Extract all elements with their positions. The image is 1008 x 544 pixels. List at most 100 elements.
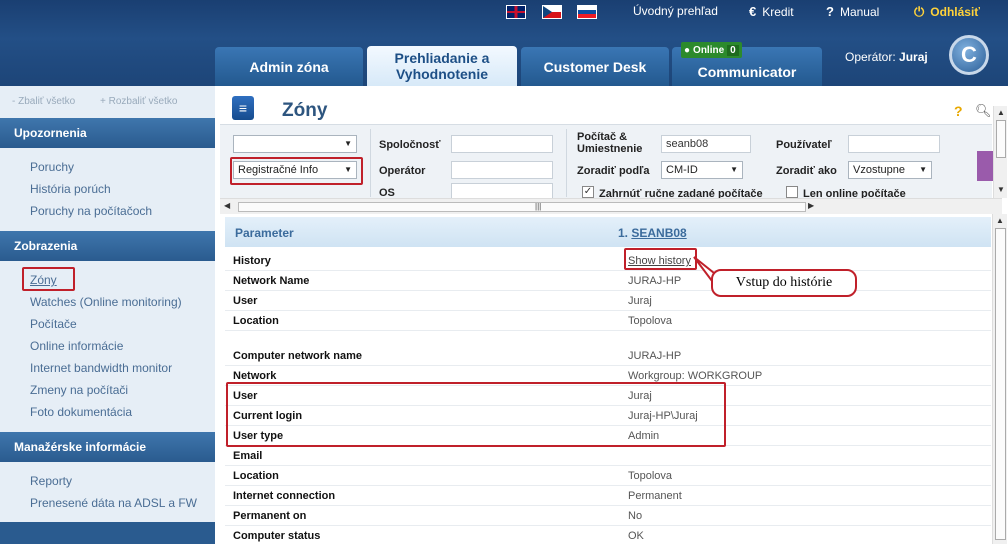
row-key: Internet connection <box>233 490 336 502</box>
manual-label[interactable]: Manual <box>840 5 879 19</box>
scroll-right-icon[interactable]: ▶ <box>808 201 814 210</box>
expand-all-link[interactable]: + Rozbaliť všetko <box>100 96 177 107</box>
online-label: Online <box>693 44 725 56</box>
flag-cz-icon[interactable] <box>542 5 562 19</box>
app-logo-icon[interactable]: C <box>949 35 989 75</box>
company-label: Spoločnosť <box>379 139 441 151</box>
row-key: Email <box>233 450 263 462</box>
table-row: Internet connection Permanent <box>225 486 991 506</box>
operator-name: Juraj <box>899 50 928 64</box>
computer-input[interactable]: seanb08 <box>661 135 751 153</box>
column-computer[interactable]: 1. SEANB08 <box>618 226 687 240</box>
euro-icon: € <box>749 4 757 19</box>
divider <box>566 129 567 197</box>
sidebar-item-photo-docs[interactable]: Foto dokumentácia <box>30 405 132 419</box>
sidebar-item-fault-history[interactable]: História porúch <box>30 182 111 196</box>
main-content: ≡ Zóny ? 🔍︎ ▼ Registračné Info ▼ Spoločno… <box>215 86 1008 544</box>
sort-by-value: CM-ID <box>666 164 698 176</box>
online-badge[interactable]: ● Online 0 <box>681 42 742 58</box>
highlight-zones <box>22 267 75 291</box>
table-scrollbar[interactable]: ▲ <box>992 214 1007 544</box>
filter-select-1[interactable]: ▼ <box>233 135 357 153</box>
sort-by-label: Zoradiť podľa <box>577 165 650 177</box>
credit-label[interactable]: Kredit <box>762 5 793 19</box>
tab-browse-evaluate[interactable]: Prehliadanie a Vyhodnotenie <box>367 46 517 86</box>
user-input[interactable] <box>848 135 940 153</box>
column-parameter: Parameter <box>235 226 294 240</box>
sidebar-item-changes[interactable]: Zmeny na počítači <box>30 383 128 397</box>
section-views[interactable]: Zobrazenia <box>0 231 215 261</box>
computer-location-label: Počítač & Umiestnenie <box>577 131 643 155</box>
scroll-thumb[interactable] <box>996 120 1006 158</box>
operator-info: Operátor: Juraj <box>845 50 928 64</box>
collapse-all-link[interactable]: - Zbaliť všetko <box>12 96 75 107</box>
flag-sk-icon[interactable] <box>577 5 597 19</box>
sort-as-select[interactable]: Vzostupne ▼ <box>848 161 932 179</box>
table-row: History Show history <box>225 251 991 271</box>
sidebar-item-computer-faults[interactable]: Poruchy na počítačoch <box>30 204 152 218</box>
credit-link[interactable]: € Kredit <box>749 4 794 19</box>
scroll-down-icon[interactable]: ▼ <box>997 185 1005 194</box>
row-value: JURAJ-HP <box>628 275 682 287</box>
row-key: Network Name <box>233 275 310 287</box>
highlight-user-block <box>226 382 726 447</box>
section-alerts[interactable]: Upozornenia <box>0 118 215 148</box>
column-index: 1. <box>618 226 629 240</box>
online-only-checkbox[interactable] <box>786 186 798 198</box>
company-input[interactable] <box>451 135 553 153</box>
manual-link[interactable]: ? Manual <box>826 4 879 19</box>
sidebar-item-faults[interactable]: Poruchy <box>30 160 74 174</box>
table-row: Location Topolova <box>225 311 991 331</box>
row-key: Computer status <box>233 530 321 542</box>
sort-by-select[interactable]: CM-ID ▼ <box>661 161 743 179</box>
row-key: Network <box>233 370 277 382</box>
sidebar-item-online-info[interactable]: Online informácie <box>30 339 123 353</box>
tab-customer-desk[interactable]: Customer Desk <box>521 47 669 86</box>
row-value: Topolova <box>628 470 673 482</box>
tab-admin-zone[interactable]: Admin zóna <box>215 47 363 86</box>
table-row <box>225 331 991 346</box>
home-overview-label[interactable]: Úvodný prehľad <box>633 4 718 18</box>
help-icon[interactable]: ? <box>954 103 963 119</box>
collapse-all-label[interactable]: Zbaliť všetko <box>18 96 75 107</box>
history-callout: Vstup do histórie <box>711 269 857 297</box>
chevron-down-icon: ▼ <box>919 165 927 174</box>
row-value: Juraj <box>628 295 652 307</box>
sidebar-item-computers[interactable]: Počítače <box>30 317 77 331</box>
horizontal-scrollbar[interactable]: ◀ ||| ▶ <box>220 198 1002 214</box>
table-header: Parameter 1. SEANB08 <box>225 217 991 247</box>
sidebar-item-bandwidth[interactable]: Internet bandwidth monitor <box>30 361 172 375</box>
table-row: User Juraj <box>225 291 991 311</box>
row-key: Location <box>233 315 279 327</box>
home-overview-link[interactable]: Úvodný prehľad <box>633 4 718 18</box>
chevron-down-icon: ▼ <box>344 139 352 148</box>
row-value: No <box>628 510 643 522</box>
row-key: Computer network name <box>233 350 362 362</box>
expand-all-label[interactable]: Rozbaliť všetko <box>109 96 178 107</box>
scroll-thumb[interactable]: ||| <box>238 202 806 212</box>
computer-name-link[interactable]: SEANB08 <box>631 226 686 240</box>
include-manual-checkbox[interactable]: ✓ <box>582 186 594 198</box>
sidebar-item-watches[interactable]: Watches (Online monitoring) <box>30 295 182 309</box>
section-management[interactable]: Manažérske informácie <box>0 432 215 462</box>
search-icon[interactable]: 🔍︎ <box>975 103 992 119</box>
row-key: Location <box>233 470 279 482</box>
flag-uk-icon[interactable] <box>506 5 526 19</box>
user-filter-label: Používateľ <box>776 139 832 151</box>
operator-input[interactable] <box>451 161 553 179</box>
sidebar-item-adsl-fw[interactable]: Prenesené dáta na ADSL a FW <box>30 496 197 510</box>
operator-filter-label: Operátor <box>379 165 426 177</box>
filter-scrollbar[interactable]: ▲ ▼ <box>993 106 1007 198</box>
page-header: ≡ Zóny ? 🔍︎ <box>220 92 995 124</box>
scroll-up-icon[interactable]: ▲ <box>996 216 1004 225</box>
logout-link[interactable]: ⏻ Odhlásiť <box>914 4 980 20</box>
highlight-show-history <box>624 248 697 270</box>
logout-label[interactable]: Odhlásiť <box>930 5 980 19</box>
chevron-down-icon: ▼ <box>730 165 738 174</box>
top-header: Úvodný prehľad € Kredit ? Manual ⏻ Odhlásiť… <box>0 0 1008 86</box>
scroll-thumb[interactable] <box>995 228 1006 540</box>
scroll-left-icon[interactable]: ◀ <box>224 201 230 210</box>
sidebar-item-reports[interactable]: Reporty <box>30 474 72 488</box>
scroll-up-icon[interactable]: ▲ <box>997 108 1005 117</box>
power-icon: ⏻ <box>914 4 925 19</box>
